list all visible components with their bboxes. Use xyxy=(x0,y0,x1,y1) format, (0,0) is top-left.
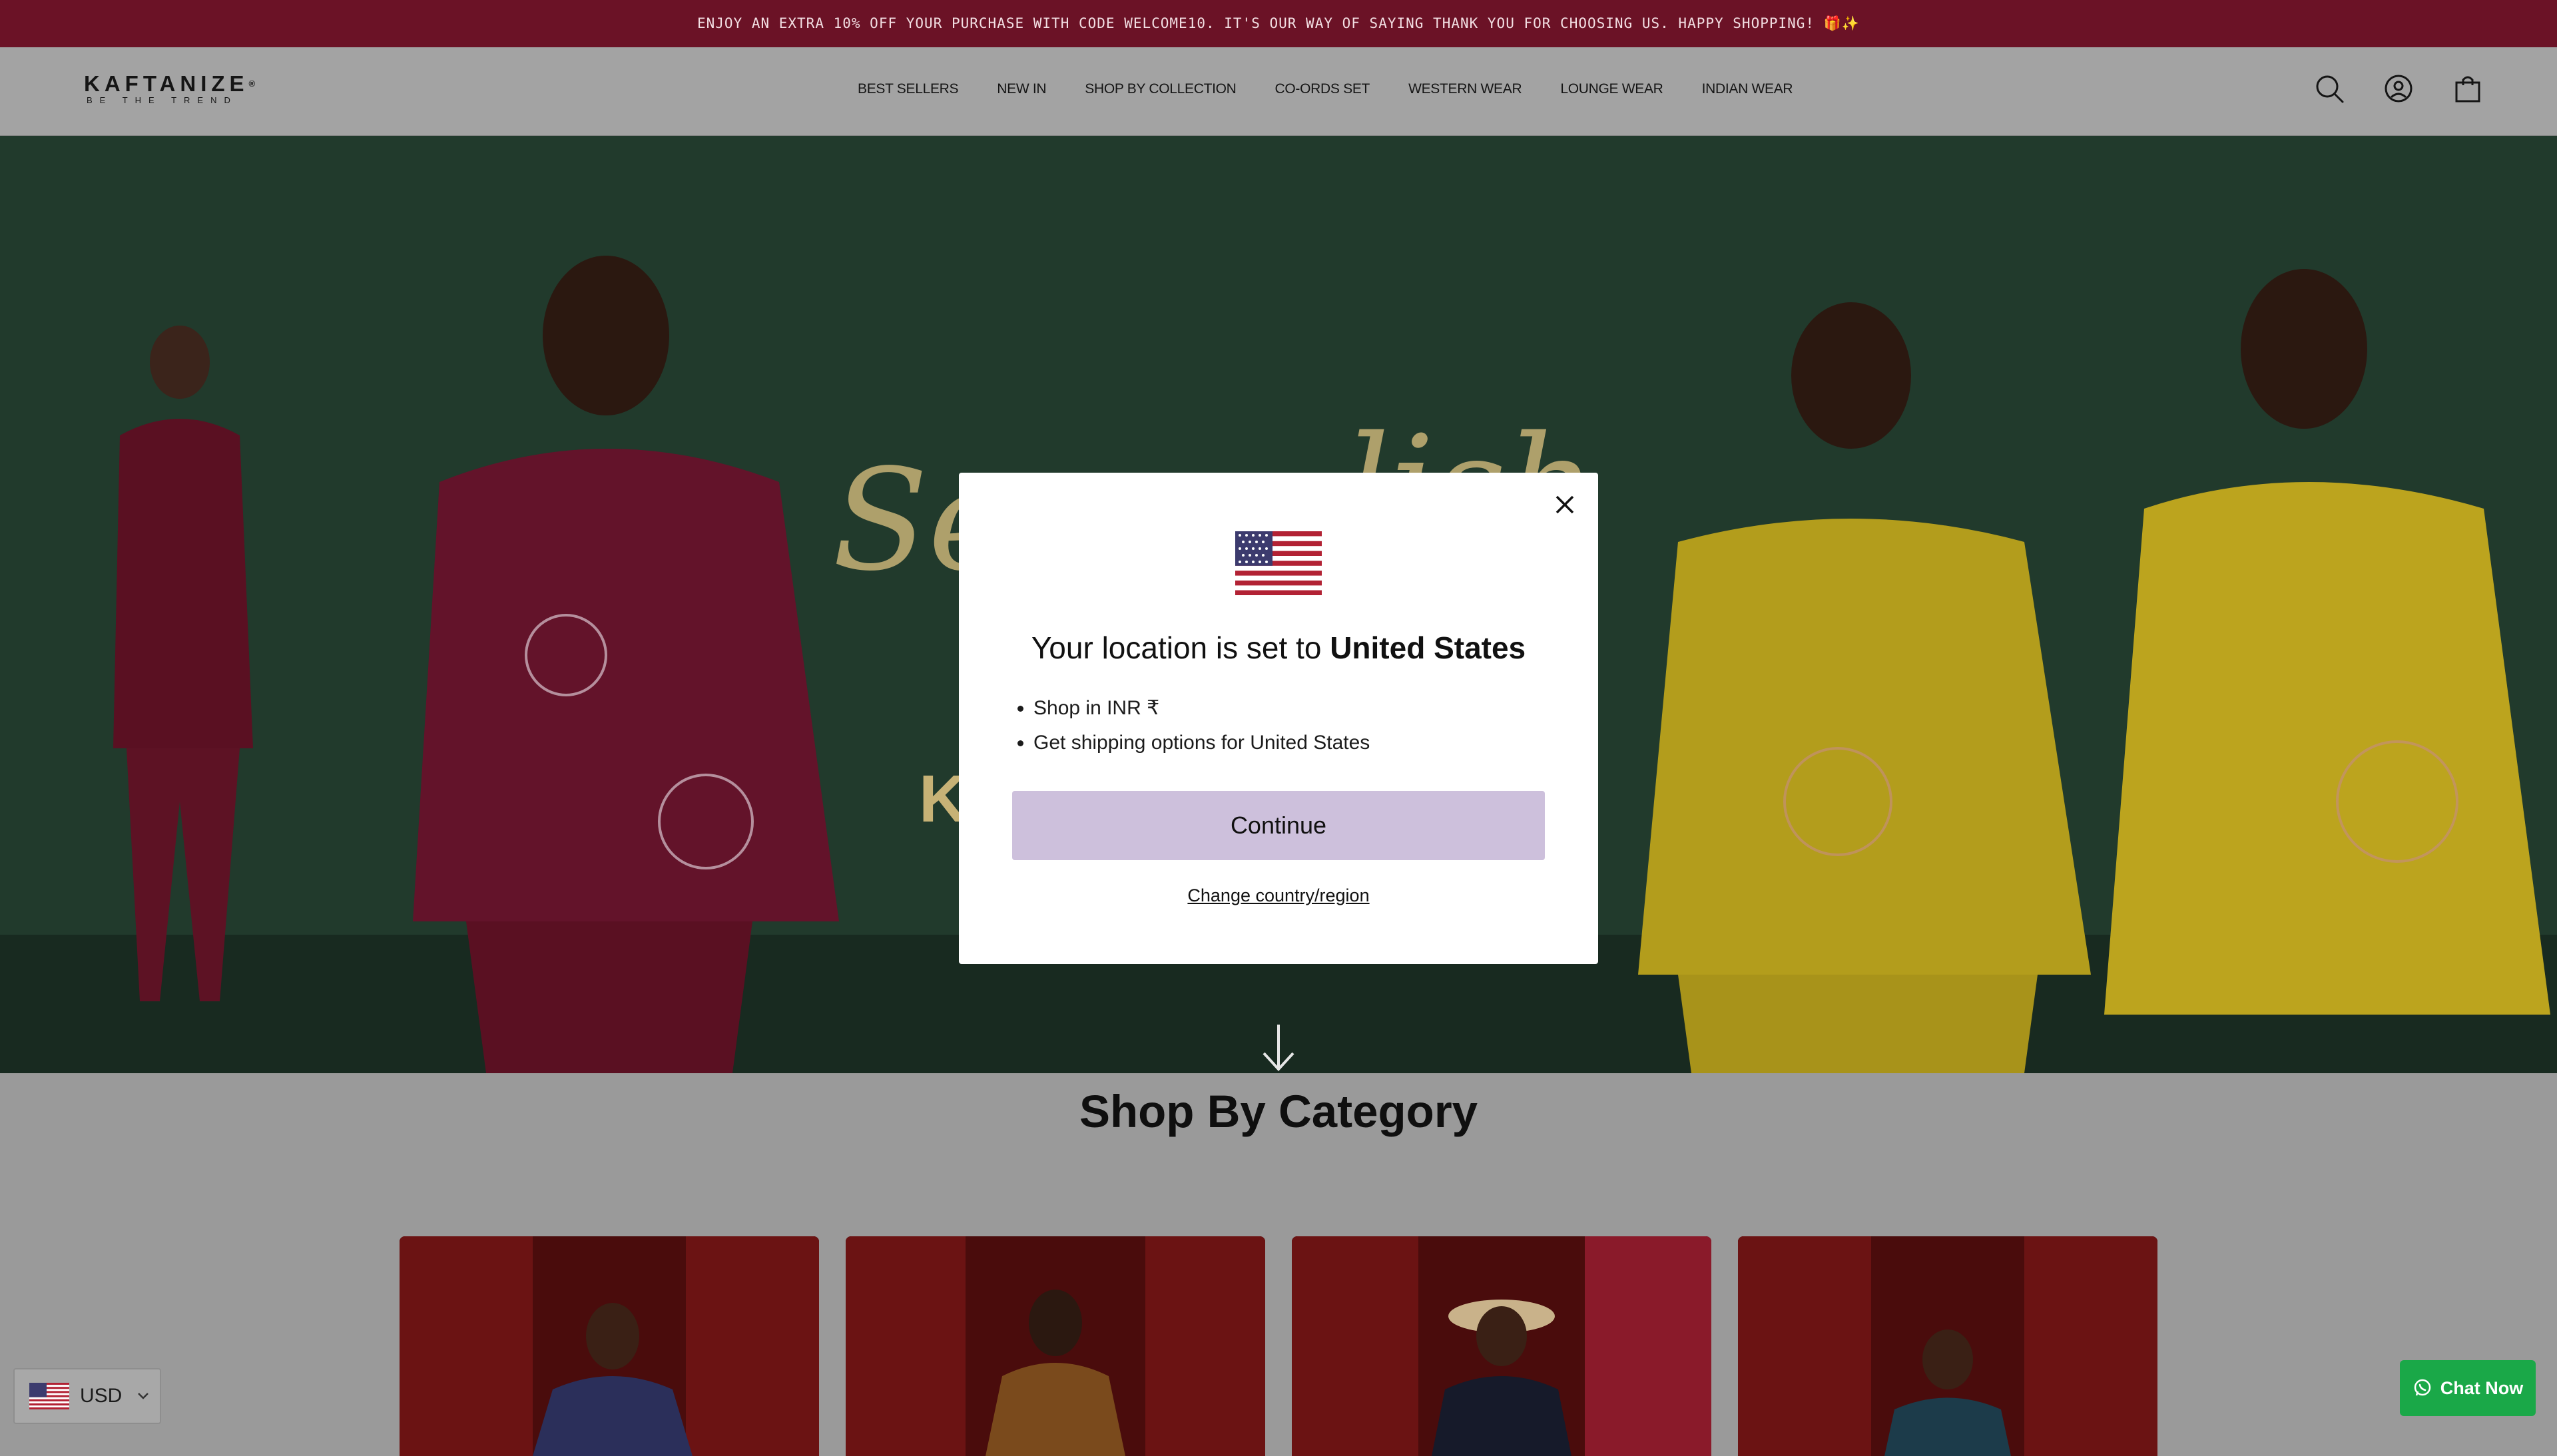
category-image xyxy=(1292,1236,1711,1456)
location-modal: Your location is set to United States Sh… xyxy=(959,473,1598,964)
nav-best-sellers[interactable]: BEST SELLERS xyxy=(858,81,959,97)
nav-western-wear[interactable]: WESTERN WEAR xyxy=(1408,81,1522,97)
nav-shop-by-collection[interactable]: SHOP BY COLLECTION xyxy=(1085,81,1237,97)
category-image xyxy=(846,1236,1265,1456)
category-card[interactable] xyxy=(400,1236,819,1456)
currency-selector[interactable]: USD xyxy=(13,1368,161,1424)
cart-icon[interactable] xyxy=(2452,73,2484,105)
category-image xyxy=(1738,1236,2157,1456)
category-card[interactable] xyxy=(1738,1236,2157,1456)
chat-now-button[interactable]: Chat Now xyxy=(2400,1360,2536,1416)
nav-co-ords-set[interactable]: CO-ORDS SET xyxy=(1275,81,1370,97)
scroll-down-arrow-icon[interactable] xyxy=(1259,1021,1298,1073)
modal-heading: Your location is set to United States xyxy=(959,630,1598,666)
modal-info-list: Shop in INR ₹ Get shipping options for U… xyxy=(1033,696,1370,765)
modal-heading-prefix: Your location is set to xyxy=(1031,630,1330,665)
chevron-down-icon xyxy=(138,1393,149,1399)
whatsapp-icon xyxy=(2414,1379,2430,1396)
list-item: Get shipping options for United States xyxy=(1033,730,1370,756)
main-nav: BEST SELLERS NEW IN SHOP BY COLLECTION C… xyxy=(858,81,1831,97)
change-country-link[interactable]: Change country/region xyxy=(959,885,1598,906)
currency-code: USD xyxy=(80,1385,123,1407)
continue-button[interactable]: Continue xyxy=(1012,791,1545,860)
site-header: KAFTANIZE® BE THE TREND BEST SELLERS NEW… xyxy=(0,47,2557,136)
list-item: Shop in INR ₹ xyxy=(1033,696,1370,721)
logo-tagline: BE THE TREND xyxy=(87,95,238,105)
chat-now-label: Chat Now xyxy=(2440,1377,2524,1398)
category-section-title: Shop By Category xyxy=(1079,1086,1478,1137)
announcement-bar: ENJOY AN EXTRA 10% OFF YOUR PURCHASE WIT… xyxy=(0,0,2557,47)
account-icon[interactable] xyxy=(2383,73,2415,105)
category-card[interactable] xyxy=(1292,1236,1711,1456)
modal-heading-country: United States xyxy=(1330,630,1526,665)
search-icon[interactable] xyxy=(2313,73,2345,105)
brand-logo[interactable]: KAFTANIZE® BE THE TREND xyxy=(84,71,255,106)
logo-wordmark: KAFTANIZE xyxy=(84,71,249,96)
logo-registered-mark: ® xyxy=(248,79,256,89)
category-card[interactable] xyxy=(846,1236,1265,1456)
nav-lounge-wear[interactable]: LOUNGE WEAR xyxy=(1560,81,1663,97)
nav-indian-wear[interactable]: INDIAN WEAR xyxy=(1702,81,1793,97)
category-cards xyxy=(400,1236,2157,1456)
close-icon[interactable] xyxy=(1549,489,1581,521)
us-flag-icon xyxy=(29,1383,69,1409)
category-image xyxy=(400,1236,819,1456)
nav-new-in[interactable]: NEW IN xyxy=(997,81,1046,97)
announcement-text: ENJOY AN EXTRA 10% OFF YOUR PURCHASE WIT… xyxy=(697,15,1860,31)
us-flag-icon xyxy=(1235,531,1322,595)
header-icons xyxy=(2313,73,2484,105)
